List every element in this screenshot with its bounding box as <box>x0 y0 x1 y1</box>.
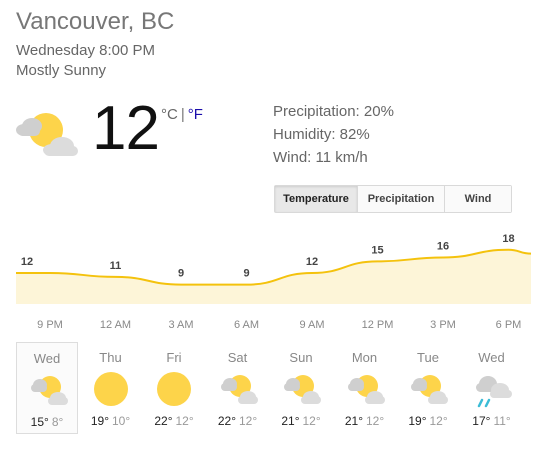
forecast-temps: 15° 8° <box>17 415 77 429</box>
current-temperature: 12 <box>92 94 160 163</box>
x-axis-label: 3 AM <box>168 319 193 331</box>
x-axis-label: 12 PM <box>362 319 394 331</box>
forecast-day-fri[interactable]: Fri 22° 12° <box>143 342 205 434</box>
forecast-high: 19° <box>408 414 427 428</box>
temperature-point-label: 12 <box>21 256 33 268</box>
forecast-low: 12° <box>366 414 385 428</box>
x-axis-label: 3 PM <box>430 319 456 331</box>
datetime-label: Wednesday 8:00 PM <box>16 42 155 59</box>
forecast-low: 12° <box>175 414 194 428</box>
forecast-day-name: Sat <box>227 350 248 365</box>
tab-precipitation[interactable]: Precipitation <box>358 186 445 212</box>
partly-sunny-icon <box>218 370 258 408</box>
celsius-unit[interactable]: °C <box>161 106 178 123</box>
unit-separator: | <box>180 106 185 123</box>
forecast-low: 11° <box>493 414 511 428</box>
forecast-high: 22° <box>154 414 173 428</box>
partly-sunny-icon <box>345 370 385 408</box>
forecast-low: 12° <box>239 414 258 428</box>
forecast-high: 22° <box>217 414 236 428</box>
forecast-day-name: Wed <box>478 350 505 365</box>
temperature-point-label: 18 <box>502 233 514 245</box>
temperature-point-label: 9 <box>243 268 249 280</box>
forecast-low: 12° <box>302 414 321 428</box>
forecast-temps: 22° 12° <box>207 414 269 428</box>
tab-temperature[interactable]: Temperature <box>275 186 358 212</box>
chart-tabs: Temperature Precipitation Wind <box>274 185 512 213</box>
forecast-day-sun[interactable]: Sun 21° 12° <box>270 342 332 434</box>
partly-sunny-icon <box>408 370 448 408</box>
forecast-high: 15° <box>30 415 49 429</box>
x-axis-label: 6 PM <box>496 319 522 331</box>
tab-wind[interactable]: Wind <box>445 186 511 212</box>
forecast-low: 8° <box>51 415 64 429</box>
x-axis-label: 12 AM <box>100 319 131 331</box>
forecast-day-wed[interactable]: Wed 15° 8° <box>16 342 78 434</box>
sunny-icon <box>154 370 194 408</box>
forecast-day-name: Tue <box>417 350 439 365</box>
x-axis-label: 9 PM <box>37 319 63 331</box>
partly-sunny-icon <box>16 113 78 156</box>
temperature-point-label: 16 <box>437 241 449 253</box>
temperature-point-label: 15 <box>371 244 383 256</box>
forecast-temps: 21° 12° <box>334 414 396 428</box>
forecast-high: 17° <box>472 414 491 428</box>
forecast-day-sat[interactable]: Sat 22° 12° <box>207 342 269 434</box>
partly-sunny-icon <box>28 371 68 409</box>
fahrenheit-unit-link[interactable]: °F <box>188 106 203 123</box>
wind-detail: Wind: 11 km/h <box>273 149 368 166</box>
temperature-point-label: 9 <box>178 268 184 280</box>
temperature-point-label: 11 <box>110 260 122 272</box>
forecast-day-name: Wed <box>33 351 61 366</box>
forecast-high: 19° <box>90 414 109 428</box>
forecast-temps: 19° 10° <box>80 414 142 428</box>
forecast-day-name: Mon <box>351 350 378 365</box>
forecast-day-tue[interactable]: Tue 19° 12° <box>397 342 459 434</box>
temperature-chart: 12 11 9 9 12 15 16 18 9 PM 12 AM 3 AM 6 AM 9 AM 12 P… <box>16 233 532 331</box>
forecast-temps: 21° 12° <box>270 414 332 428</box>
condition-label: Mostly Sunny <box>16 62 107 79</box>
forecast-temps: 19° 12° <box>397 414 459 428</box>
x-axis-label: 6 AM <box>234 319 259 331</box>
forecast-day-mon[interactable]: Mon 21° 12° <box>334 342 396 434</box>
forecast-day-name: Thu <box>99 350 122 365</box>
forecast-high: 21° <box>344 414 363 428</box>
sunny-icon <box>91 370 131 408</box>
temperature-point-label: 12 <box>306 256 318 268</box>
forecast-day-wed[interactable]: Wed 17° 11° <box>461 342 523 434</box>
precipitation-detail: Precipitation: 20% <box>273 103 394 120</box>
humidity-detail: Humidity: 82% <box>273 126 370 143</box>
forecast-temps: 22° 12° <box>143 414 205 428</box>
forecast-day-name: Fri <box>166 350 182 365</box>
unit-toggle: °C | °F <box>161 106 203 123</box>
forecast-low: 10° <box>112 414 131 428</box>
rain-cloud-icon <box>472 370 512 408</box>
forecast-low: 12° <box>429 414 448 428</box>
forecast-temps: 17° 11° <box>461 414 523 428</box>
x-axis-label: 9 AM <box>299 319 324 331</box>
forecast-day-thu[interactable]: Thu 19° 10° <box>80 342 142 434</box>
location-title: Vancouver, BC <box>16 8 175 35</box>
daily-forecast: Wed 15° 8° Thu 19° 10° Fri 22° 12° Sat 22° 12° Sun 21… <box>16 342 536 434</box>
forecast-high: 21° <box>281 414 300 428</box>
forecast-day-name: Sun <box>289 350 313 365</box>
partly-sunny-icon <box>281 370 321 408</box>
